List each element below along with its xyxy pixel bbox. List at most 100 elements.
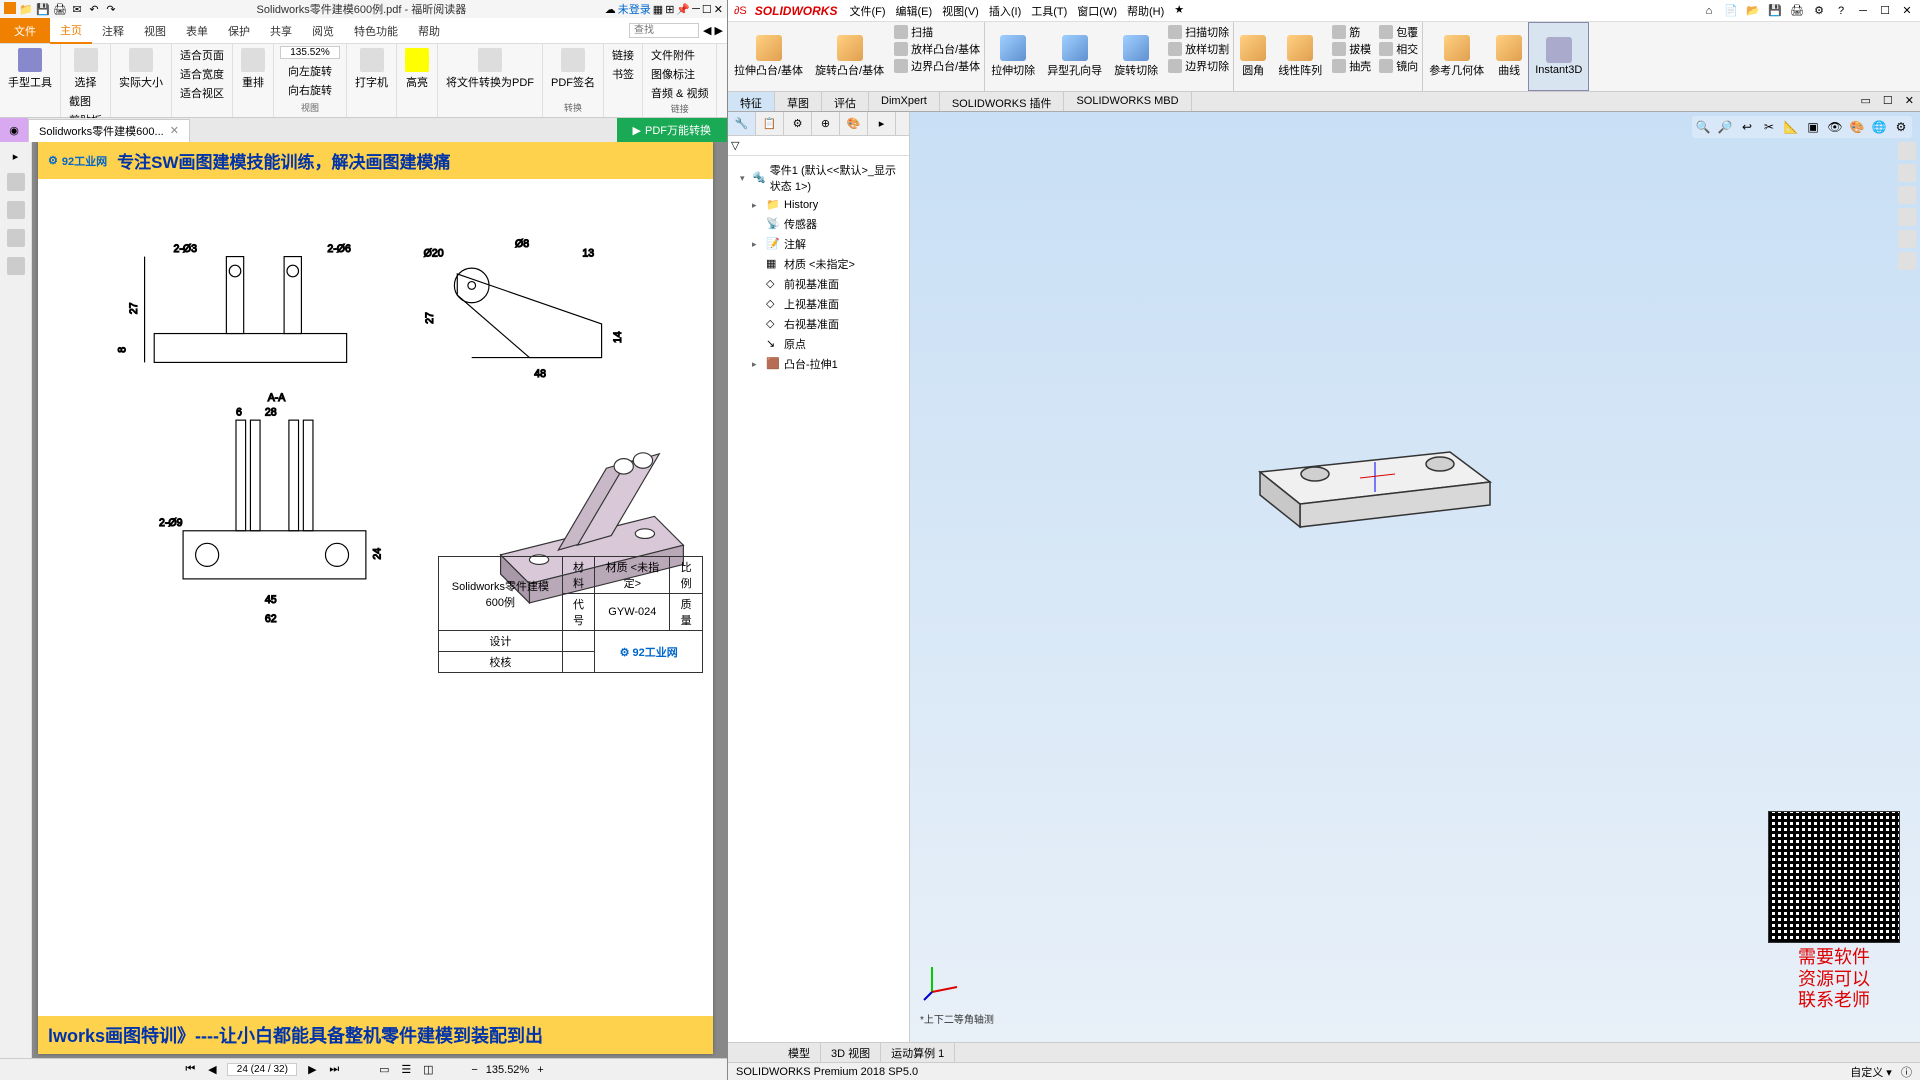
scene-icon[interactable]: 🌐 <box>1870 118 1888 136</box>
sw-menu-help[interactable]: 帮助(H) <box>1123 1 1168 21</box>
image-annot-button[interactable]: 图像标注 <box>649 65 710 83</box>
attachment-button[interactable]: 文件附件 <box>649 46 710 64</box>
tree-sensors[interactable]: 传感器 <box>784 216 817 232</box>
menu-form[interactable]: 表单 <box>176 19 218 43</box>
prev-view-icon[interactable]: ↩ <box>1738 118 1756 136</box>
loft-button[interactable]: 放样凸台/基体 <box>894 41 980 57</box>
minimize-icon[interactable]: ─ <box>692 3 700 15</box>
tree-root[interactable]: 零件1 (默认<<默认>_显示状态 1>) <box>770 162 905 194</box>
mirror-button[interactable]: 镜向 <box>1379 58 1418 74</box>
menu-view[interactable]: 视图 <box>134 19 176 43</box>
undo-icon[interactable]: ↶ <box>87 2 101 16</box>
grid-icon[interactable]: ▦ <box>653 3 663 16</box>
comment-panel-icon[interactable] <box>7 229 25 247</box>
menu-protect[interactable]: 保护 <box>218 19 260 43</box>
sw-close-icon[interactable]: ✕ <box>1900 4 1914 17</box>
zoom-out-icon[interactable]: − <box>471 1064 477 1076</box>
rt-icon-2[interactable] <box>1898 164 1916 182</box>
first-page-button[interactable]: ⏮ <box>183 1063 197 1076</box>
search-nav[interactable]: ◀ ▶ <box>699 24 727 37</box>
convert-button[interactable]: 将文件转换为PDF <box>444 46 536 92</box>
shell-button[interactable]: 抽壳 <box>1332 58 1371 74</box>
bottom-tab-model[interactable]: 模型 <box>778 1043 821 1063</box>
tree-tab-feature-icon[interactable]: 🔧 <box>728 112 756 135</box>
tree-right[interactable]: 右视基准面 <box>784 316 839 332</box>
bookmark-panel-icon[interactable] <box>7 173 25 191</box>
tab-dimxpert[interactable]: DimXpert <box>869 92 940 111</box>
appearance-icon[interactable]: 🎨 <box>1848 118 1866 136</box>
fit-visible-button[interactable]: 适合视区 <box>178 84 226 102</box>
wrap-button[interactable]: 包覆 <box>1379 24 1418 40</box>
link-button[interactable]: 链接 <box>610 46 636 64</box>
display-style-icon[interactable]: ▣ <box>1804 118 1822 136</box>
layout-single-icon[interactable]: ▭ <box>377 1063 391 1076</box>
instant3d-button[interactable]: Instant3D <box>1528 22 1589 91</box>
draft-button[interactable]: 拔模 <box>1332 41 1371 57</box>
cut-loft-button[interactable]: 放样切割 <box>1168 41 1229 57</box>
bottom-tab-motion[interactable]: 运动算例 1 <box>881 1043 955 1063</box>
sw-menu-tools[interactable]: 工具(T) <box>1027 1 1071 21</box>
rt-icon-5[interactable] <box>1898 230 1916 248</box>
menu-home[interactable]: 主页 <box>50 18 92 44</box>
cut-boundary-button[interactable]: 边界切除 <box>1168 58 1229 74</box>
menu-help[interactable]: 帮助 <box>408 19 450 43</box>
sw-maximize-icon[interactable]: ☐ <box>1878 4 1892 17</box>
menu-file[interactable]: 文件 <box>0 18 50 43</box>
fillet-button[interactable]: 圆角 <box>1234 22 1272 91</box>
sign-button[interactable]: PDF签名 <box>549 46 597 92</box>
layout-cont-icon[interactable]: ☰ <box>399 1063 413 1076</box>
tree-filter-icon[interactable]: ▽ <box>731 140 739 152</box>
menu-review[interactable]: 阅览 <box>302 19 344 43</box>
zoom-in-icon[interactable]: + <box>537 1064 543 1076</box>
tree-tab-more-icon[interactable]: ▸ <box>868 112 896 135</box>
highlight-button[interactable]: 高亮 <box>403 46 431 92</box>
open-icon[interactable]: 📁 <box>19 2 33 16</box>
pin-icon[interactable]: 📌 <box>676 3 690 16</box>
menu-share[interactable]: 共享 <box>260 19 302 43</box>
intersect-button[interactable]: 相交 <box>1379 41 1418 57</box>
cut-revolve-button[interactable]: 旋转切除 <box>1108 22 1164 91</box>
tree-tab-dim-icon[interactable]: ⊕ <box>812 112 840 135</box>
bottom-tab-3dview[interactable]: 3D 视图 <box>821 1043 881 1063</box>
tab-addins[interactable]: SOLIDWORKS 插件 <box>940 92 1065 111</box>
sw-help-icon[interactable]: ? <box>1834 5 1848 17</box>
tree-annotations[interactable]: 注解 <box>784 236 806 252</box>
fit-page-button[interactable]: 适合页面 <box>178 46 226 64</box>
snapshot-button[interactable]: 截图 <box>67 92 104 110</box>
sweep-button[interactable]: 扫描 <box>894 24 980 40</box>
doc-close-icon[interactable]: ✕ <box>1899 92 1920 111</box>
cloud-icon[interactable]: ☁ <box>605 3 616 16</box>
tree-tab-appearance-icon[interactable]: 🎨 <box>840 112 868 135</box>
view-settings-icon[interactable]: ⚙ <box>1892 118 1910 136</box>
settings-icon[interactable]: ⊞ <box>665 3 674 16</box>
menu-comment[interactable]: 注释 <box>92 19 134 43</box>
av-button[interactable]: 音频 & 视频 <box>649 84 710 102</box>
select-button[interactable]: 选择 <box>72 46 100 92</box>
sw-save-icon[interactable]: 💾 <box>1768 4 1782 17</box>
curves-button[interactable]: 曲线 <box>1490 22 1528 91</box>
pdf-convert-button[interactable]: ▶ PDF万能转换 <box>617 118 727 142</box>
rt-icon-6[interactable] <box>1898 252 1916 270</box>
sw-menu-window[interactable]: 窗口(W) <box>1073 1 1121 21</box>
pdf-document-tab[interactable]: Solidworks零件建模600... ✕ <box>28 119 190 142</box>
next-page-button[interactable]: ▶ <box>305 1063 319 1076</box>
sw-menu-file[interactable]: 文件(F) <box>845 1 889 21</box>
reflow-button[interactable]: 重排 <box>239 46 267 92</box>
sw-open-icon[interactable]: 📂 <box>1746 4 1760 17</box>
cut-sweep-button[interactable]: 扫描切除 <box>1168 24 1229 40</box>
extrude-button[interactable]: 拉伸凸台/基体 <box>728 22 809 91</box>
last-page-button[interactable]: ⏭ <box>327 1063 341 1076</box>
doc-min-icon[interactable]: ▭ <box>1855 92 1877 111</box>
sw-options-icon[interactable]: ⚙ <box>1812 4 1826 17</box>
3d-model[interactable] <box>1250 412 1510 552</box>
sw-custom[interactable]: 自定义 <box>1850 1067 1883 1079</box>
prev-page-button[interactable]: ◀ <box>205 1063 219 1076</box>
page-panel-icon[interactable] <box>7 201 25 219</box>
page-input[interactable] <box>227 1063 297 1076</box>
sw-viewport[interactable]: 🔍 🔎 ↩ ✂ 📐 ▣ 👁 🎨 🌐 ⚙ <box>910 112 1920 1042</box>
tab-evaluate[interactable]: 评估 <box>822 92 869 111</box>
rib-button[interactable]: 筋 <box>1332 24 1371 40</box>
redo-icon[interactable]: ↷ <box>104 2 118 16</box>
actual-size-button[interactable]: 实际大小 <box>117 46 165 92</box>
tree-tab-config-icon[interactable]: ⚙ <box>784 112 812 135</box>
